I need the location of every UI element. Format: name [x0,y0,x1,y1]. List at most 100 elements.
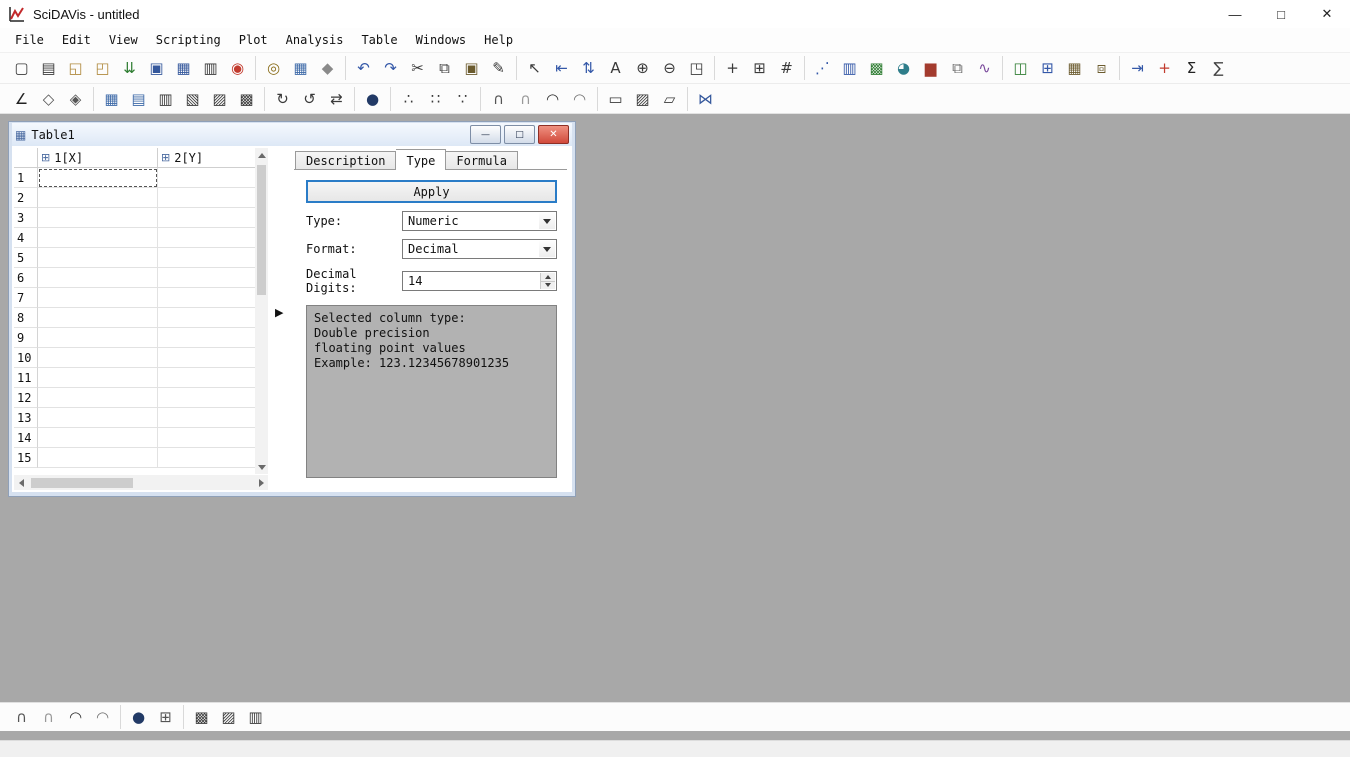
row-number-11[interactable]: 11 [14,368,38,388]
table-cell[interactable] [38,428,158,448]
cut-icon[interactable]: ✂ [404,56,431,80]
row-number-9[interactable]: 9 [14,328,38,348]
table-cell[interactable] [38,348,158,368]
contour-plot-icon[interactable]: ▩ [188,705,215,729]
surface-wireframe-polygon-icon[interactable]: ◠ [89,705,116,729]
duplicate-window-icon[interactable]: ⧉ [944,56,971,80]
tab-formula[interactable]: Formula [446,151,518,169]
plot-vectors-icon[interactable]: ⋈ [692,87,719,111]
row-number-6[interactable]: 6 [14,268,38,288]
table-cell[interactable] [38,248,158,268]
plot-3d-hidden-line-icon[interactable]: ∩ [512,87,539,111]
add-layer-icon[interactable]: ◫ [1007,56,1034,80]
screen-reader-icon[interactable]: + [719,56,746,80]
row-number-15[interactable]: 15 [14,448,38,468]
rotate-clockwise-icon[interactable]: ↻ [269,87,296,111]
open-project-icon[interactable]: ◱ [62,56,89,80]
swap-axes-icon[interactable]: ⇄ [323,87,350,111]
pointer-icon[interactable]: ↖ [521,56,548,80]
horizontal-scrollbar[interactable] [14,475,268,490]
main-titlebar[interactable]: SciDAVis - untitled — □ ✕ [0,0,1350,28]
scatter-crosses-icon[interactable]: ∷ [422,87,449,111]
active-cell[interactable] [38,168,158,188]
table1-close-button[interactable]: ✕ [538,125,569,144]
format-select[interactable]: Decimal [402,239,557,259]
open-template-icon[interactable]: ◰ [89,56,116,80]
table-cell[interactable] [158,448,268,468]
table-cell[interactable] [38,408,158,428]
table1-minimize-button[interactable]: — [470,125,501,144]
menu-scripting[interactable]: Scripting [147,30,230,50]
table-cell[interactable] [158,268,268,288]
menu-edit[interactable]: Edit [53,30,100,50]
splitter-arrow-icon[interactable]: ▶ [275,306,283,319]
table-cell[interactable] [38,208,158,228]
select-region-icon[interactable]: # [773,56,800,80]
grayscale-plot-icon[interactable]: ▥ [242,705,269,729]
menu-file[interactable]: File [6,30,53,50]
row-number-5[interactable]: 5 [14,248,38,268]
floor-empty-icon[interactable]: ▱ [656,87,683,111]
surface-hidden-line-icon[interactable]: ∩ [35,705,62,729]
plot-line-icon[interactable]: ∠ [8,87,35,111]
new-project-icon[interactable]: ▢ [8,56,35,80]
new-matrix-icon[interactable]: ▤ [125,87,152,111]
scroll-up-arrow-icon[interactable] [255,148,268,162]
column-header-1[interactable]: ⊞ 1[X] [38,148,158,168]
table-cell[interactable] [38,308,158,328]
spreadsheet-corner-cell[interactable] [14,148,38,168]
lock-toolbars-icon[interactable]: ◆ [314,56,341,80]
row-number-10[interactable]: 10 [14,348,38,368]
matrix-mirror-vertical-icon[interactable]: ▨ [206,87,233,111]
tab-type[interactable]: Type [396,149,447,170]
plot-3d-polygon-icon[interactable]: ◠ [539,87,566,111]
table-cell[interactable] [158,348,268,368]
menu-windows[interactable]: Windows [407,30,476,50]
row-number-4[interactable]: 4 [14,228,38,248]
data-reader-icon[interactable]: ⊞ [746,56,773,80]
statistics-on-columns-icon[interactable]: ∑ [1205,56,1232,80]
row-number-1[interactable]: 1 [14,168,38,188]
select-columns-icon[interactable]: ⇅ [575,56,602,80]
table-cell[interactable] [158,388,268,408]
3d-grid-icon[interactable]: ⊞ [152,705,179,729]
table-cell[interactable] [158,168,268,188]
statistics-on-rows-icon[interactable]: ⇥ [1124,56,1151,80]
find-icon[interactable]: ◎ [260,56,287,80]
column-header-2[interactable]: ⊞ 2[Y] [158,148,268,168]
rotate-counterclockwise-icon[interactable]: ↺ [296,87,323,111]
matrix-invert-icon[interactable]: ▩ [233,87,260,111]
row-number-7[interactable]: 7 [14,288,38,308]
preferences-icon[interactable]: ▦ [287,56,314,80]
type-select[interactable]: Numeric [402,211,557,231]
export-pdf-icon[interactable]: ◉ [224,56,251,80]
row-number-14[interactable]: 14 [14,428,38,448]
close-button[interactable]: ✕ [1304,0,1350,28]
save-project-icon[interactable]: ▣ [143,56,170,80]
row-number-8[interactable]: 8 [14,308,38,328]
row-number-13[interactable]: 13 [14,408,38,428]
row-number-2[interactable]: 2 [14,188,38,208]
matrix-mirror-horizontal-icon[interactable]: ▧ [179,87,206,111]
plot-3d-wire-surface-icon[interactable]: ◠ [566,87,593,111]
table-cell[interactable] [158,308,268,328]
fit-wizard-icon[interactable]: ∿ [971,56,998,80]
spin-down-button[interactable] [540,281,555,289]
menu-analysis[interactable]: Analysis [277,30,353,50]
table1-restore-button[interactable]: □ [504,125,535,144]
menu-plot[interactable]: Plot [230,30,277,50]
scatter-dots-icon[interactable]: ∴ [395,87,422,111]
table-cell[interactable] [38,368,158,388]
plot-filled-polygon-icon[interactable]: ◈ [62,87,89,111]
scroll-right-arrow-icon[interactable] [254,475,268,490]
edit-note-icon[interactable]: ✎ [485,56,512,80]
plot-polygon-icon[interactable]: ◇ [35,87,62,111]
arrange-layers-icon[interactable]: ⧈ [1088,56,1115,80]
density-plot-icon[interactable]: ▨ [215,705,242,729]
surface-wireframe-icon[interactable]: ∩ [8,705,35,729]
paste-icon[interactable]: ▣ [458,56,485,80]
table-cell[interactable] [158,328,268,348]
surface-polygon-icon[interactable]: ◠ [62,705,89,729]
tab-description[interactable]: Description [295,151,397,169]
add-column-icon[interactable]: + [1151,56,1178,80]
